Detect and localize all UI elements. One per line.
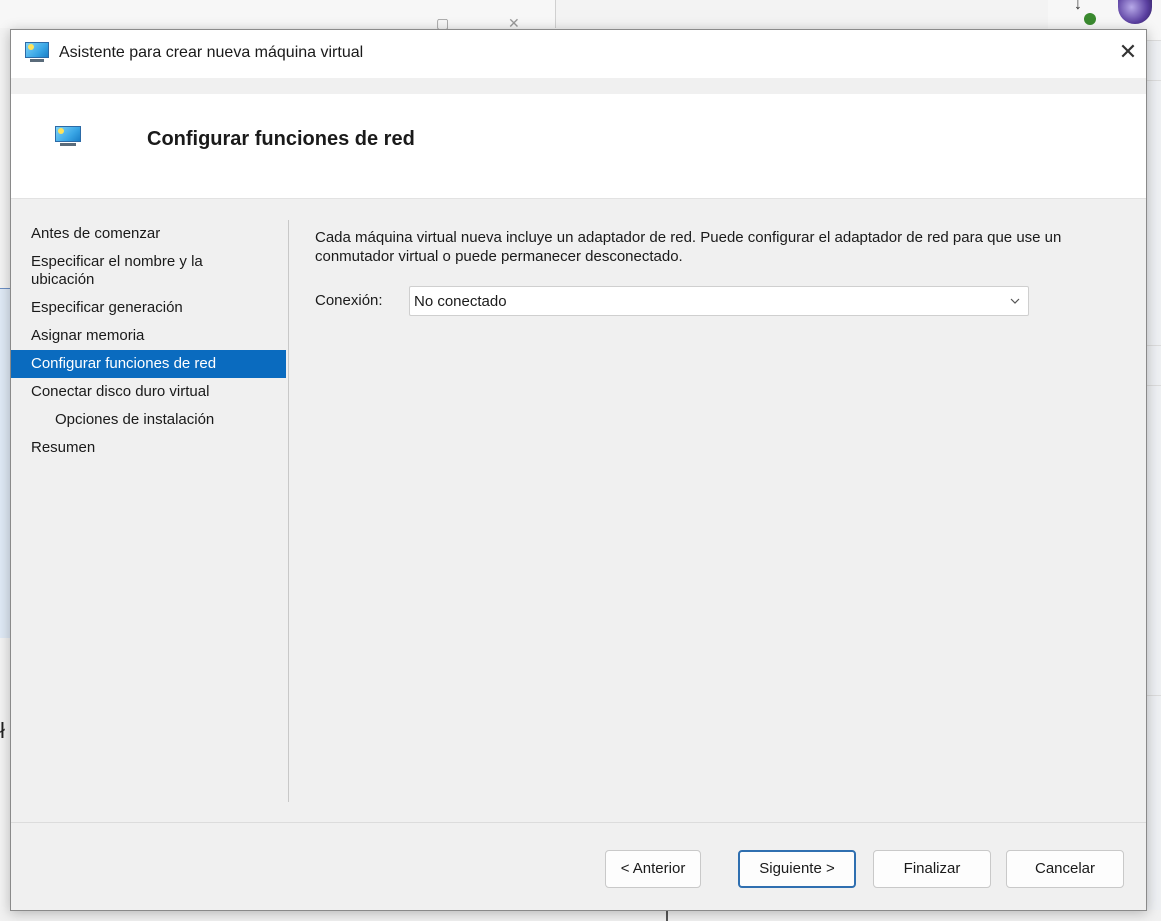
new-vm-wizard-dialog: Asistente para crear nueva máquina virtu… [10,29,1147,911]
nav-item-resumen[interactable]: Resumen [11,434,286,462]
nav-item-conectar-disco[interactable]: Conectar disco duro virtual [11,378,286,406]
chevron-down-icon [1010,298,1020,304]
virtual-machine-icon [55,126,81,146]
finish-button[interactable]: Finalizar [873,850,991,888]
connection-selected-value: No conectado [414,293,507,310]
nav-item-opciones-instalacion[interactable]: Opciones de instalación [11,406,286,434]
nav-item-asignar-memoria[interactable]: Asignar memoria [11,322,286,350]
wizard-header: Configurar funciones de red [11,94,1146,199]
background-close-icon: ✕ [508,15,520,31]
network-config-panel: Cada máquina virtual nueva incluye un ad… [315,228,1115,316]
download-complete-icon[interactable]: ↓ [1070,0,1096,26]
virtual-machine-icon [25,42,49,62]
connection-select[interactable]: No conectado [409,286,1029,316]
background-maximize-icon: ▢ [436,15,450,31]
close-button[interactable]: ✕ [1112,36,1144,68]
footer-divider [11,822,1146,823]
close-icon: ✕ [1118,39,1138,64]
connection-row: Conexión: No conectado [315,286,1035,316]
background-text-fragment: ł [0,718,5,743]
background-window-titlebar: ▢ ✕ [0,0,556,31]
page-title: Configurar funciones de red [147,128,415,150]
nav-item-antes-de-comenzar[interactable]: Antes de comenzar [11,220,286,248]
connection-label: Conexión: [315,292,383,309]
nav-item-especificar-nombre[interactable]: Especificar el nombre y la ubicación [11,248,251,294]
description-text: Cada máquina virtual nueva incluye un ad… [315,229,1062,265]
nav-item-configurar-red[interactable]: Configurar funciones de red [11,350,286,378]
nav-divider [288,220,289,802]
wizard-steps-nav: Antes de comenzar Especificar el nombre … [11,220,286,462]
background-bottom-strip [0,910,1161,921]
previous-button[interactable]: < Anterior [605,850,701,888]
dialog-title: Asistente para crear nueva máquina virtu… [59,44,364,61]
cancel-button[interactable]: Cancelar [1006,850,1124,888]
nav-item-especificar-generacion[interactable]: Especificar generación [11,294,286,322]
dialog-titlebar[interactable]: Asistente para crear nueva máquina virtu… [11,30,1146,78]
next-button[interactable]: Siguiente > [738,850,856,888]
